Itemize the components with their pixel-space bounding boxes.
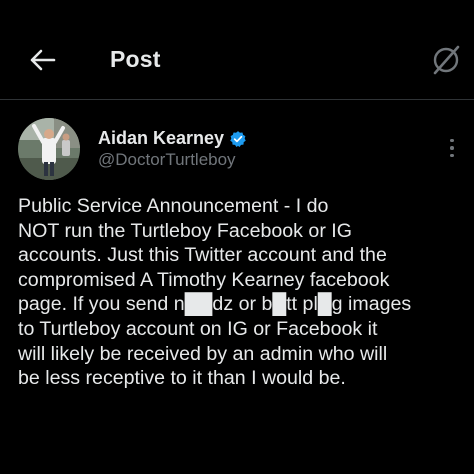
grok-icon bbox=[433, 45, 460, 75]
display-name-row: Aidan Kearney bbox=[98, 128, 247, 149]
post-header: Post bbox=[0, 0, 474, 100]
avatar-image bbox=[18, 118, 80, 180]
handle[interactable]: @DoctorTurtleboy bbox=[98, 150, 236, 170]
more-options-button[interactable] bbox=[442, 134, 462, 162]
grok-button[interactable] bbox=[428, 42, 464, 78]
author-row: Aidan Kearney @DoctorTurtleboy bbox=[0, 110, 474, 190]
tweet-text: Public Service Announcement - I do NOT r… bbox=[18, 195, 412, 390]
page-title: Post bbox=[110, 46, 161, 72]
display-name[interactable]: Aidan Kearney bbox=[98, 128, 224, 149]
back-arrow-icon bbox=[30, 49, 56, 71]
back-button[interactable] bbox=[26, 44, 58, 76]
avatar[interactable] bbox=[18, 118, 80, 180]
more-vertical-icon bbox=[450, 138, 454, 143]
verified-badge-icon bbox=[229, 130, 247, 148]
